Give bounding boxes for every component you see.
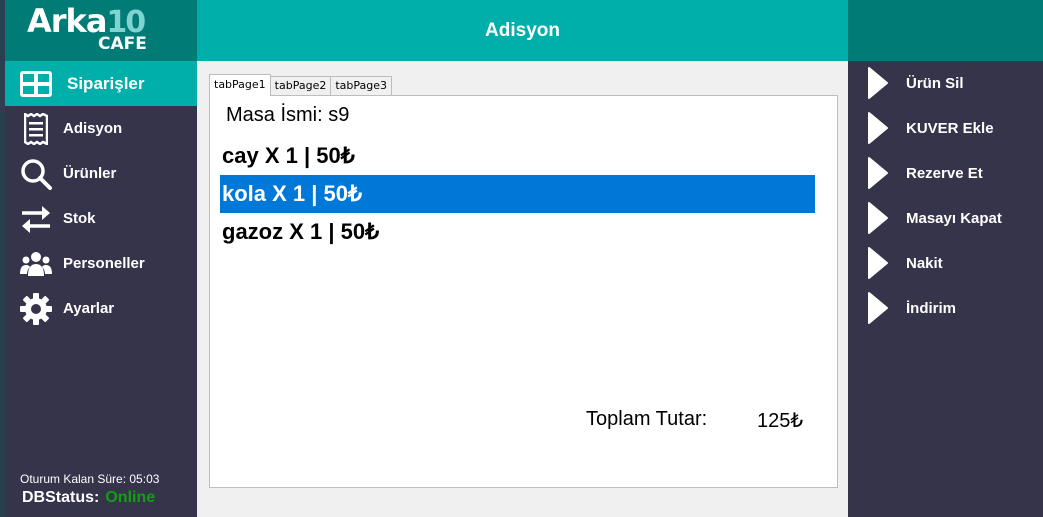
order-item[interactable]: gazoz X 1 | 50₺: [220, 213, 815, 251]
order-item-selected[interactable]: kola X 1 | 50₺: [220, 175, 815, 213]
tab-strip: tabPage1 tabPage2 tabPage3: [209, 74, 393, 96]
tab-page1[interactable]: tabPage1: [209, 74, 271, 96]
sidebar-item-label: Adisyon: [63, 120, 123, 137]
add-cover-button[interactable]: KUVER Ekle: [848, 106, 1043, 151]
tab-page3[interactable]: tabPage3: [330, 76, 393, 96]
order-item[interactable]: cay X 1 | 50₺: [220, 137, 815, 175]
sidebar-item-personeller[interactable]: Personeller: [5, 241, 197, 286]
sidebar-item-label: Personeller: [63, 255, 145, 272]
page-title: Adisyon: [485, 19, 560, 41]
chevron-right-icon: [868, 247, 888, 279]
table-name: Masa İsmi: s9: [226, 104, 350, 126]
db-status: DBStatus: Online: [22, 489, 155, 507]
order-list[interactable]: cay X 1 | 50₺ kola X 1 | 50₺ gazoz X 1 |…: [220, 137, 815, 251]
chevron-right-icon: [868, 112, 888, 144]
receipt-icon: [20, 112, 52, 145]
action-label: Rezerve Et: [906, 165, 983, 182]
action-label: İndirim: [906, 300, 957, 317]
main-content: tabPage1 tabPage2 tabPage3 Masa İsmi: s9…: [197, 61, 848, 517]
total-label: Toplam Tutar:: [586, 408, 708, 430]
sidebar-item-adisyon[interactable]: Adisyon: [5, 106, 197, 151]
action-label: Ürün Sil: [906, 75, 964, 92]
db-status-label: DBStatus:: [22, 489, 100, 506]
session-timer: Oturum Kalan Süre: 05:03: [20, 472, 160, 486]
total-value: 125₺: [757, 410, 804, 432]
sidebar-item-label: Siparişler: [67, 73, 145, 93]
chevron-right-icon: [868, 202, 888, 234]
sidebar-item-stok[interactable]: Stok: [5, 196, 197, 241]
logo-subtitle: CAFE: [98, 34, 147, 54]
discount-button[interactable]: İndirim: [848, 286, 1043, 331]
action-label: Masayı Kapat: [906, 210, 1002, 227]
people-icon: [20, 248, 52, 280]
logo: Arka10 CAFE: [5, 0, 197, 61]
header: Adisyon: [197, 0, 848, 61]
logo-text: Arka: [27, 2, 107, 40]
right-header-block: [848, 0, 1043, 61]
tab-panel: Masa İsmi: s9 cay X 1 | 50₺ kola X 1 | 5…: [209, 95, 838, 488]
action-label: Nakit: [906, 255, 943, 272]
db-status-value: Online: [105, 489, 156, 506]
chevron-right-icon: [868, 157, 888, 189]
chevron-right-icon: [868, 67, 888, 99]
sidebar-item-urunler[interactable]: Ürünler: [5, 151, 197, 196]
sidebar-item-label: Ayarlar: [63, 300, 115, 317]
close-table-button[interactable]: Masayı Kapat: [848, 196, 1043, 241]
gear-icon: [20, 292, 52, 325]
cash-button[interactable]: Nakit: [848, 241, 1043, 286]
grid-icon: [20, 68, 52, 100]
reserve-button[interactable]: Rezerve Et: [848, 151, 1043, 196]
search-icon: [20, 158, 52, 190]
sidebar-item-ayarlar[interactable]: Ayarlar: [5, 286, 197, 331]
sidebar-item-siparisler[interactable]: Siparişler: [5, 61, 197, 106]
sidebar: Arka10 CAFE Siparişler Adisyon Ürünler S…: [5, 0, 197, 517]
sidebar-item-label: Stok: [63, 210, 96, 227]
swap-arrows-icon: [20, 203, 52, 235]
sidebar-item-label: Ürünler: [63, 165, 117, 182]
action-panel: Ürün Sil KUVER Ekle Rezerve Et Masayı Ka…: [848, 61, 1043, 517]
tab-page2[interactable]: tabPage2: [269, 76, 332, 96]
action-label: KUVER Ekle: [906, 120, 994, 137]
chevron-right-icon: [868, 292, 888, 324]
delete-product-button[interactable]: Ürün Sil: [848, 61, 1043, 106]
